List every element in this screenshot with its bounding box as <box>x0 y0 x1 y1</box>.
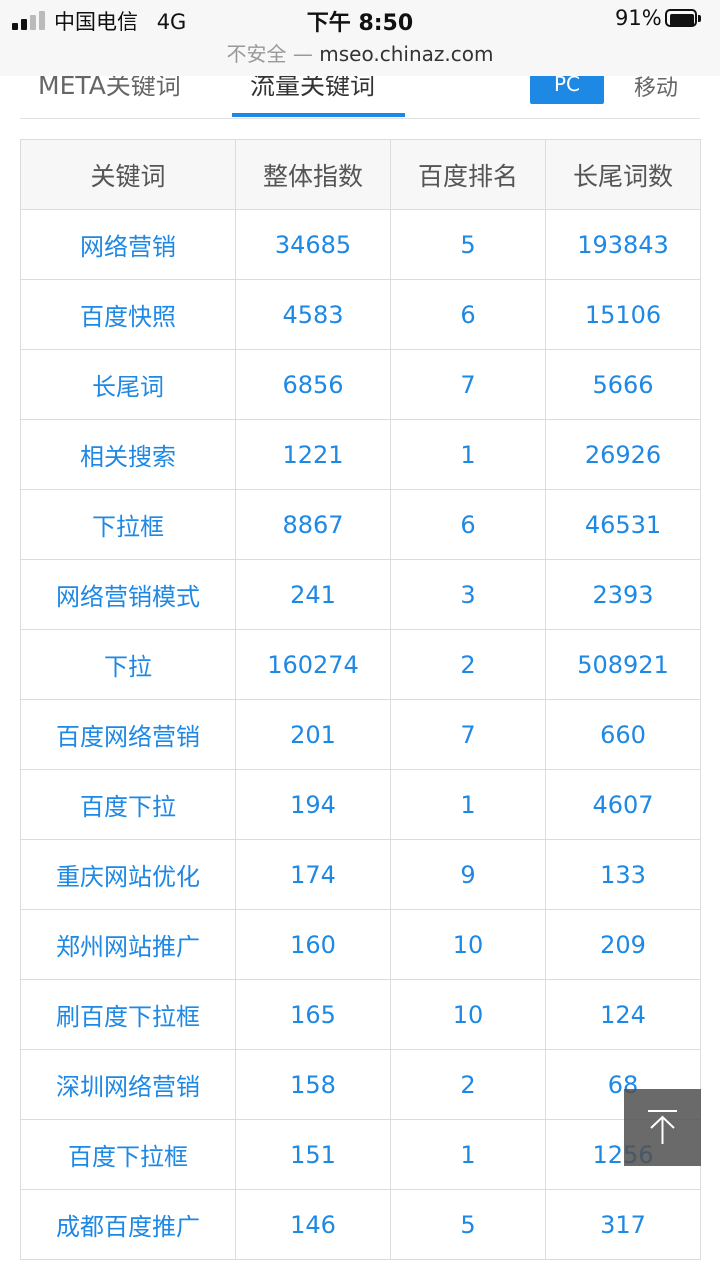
keyword-cell[interactable]: 重庆网站优化 <box>20 839 236 910</box>
baidu-rank-cell[interactable]: 2 <box>390 629 546 700</box>
overall-index-cell[interactable]: 8867 <box>235 489 391 560</box>
header-long-tail-count: 长尾词数 <box>545 139 701 210</box>
table-row: 郑州网站推广 160 10 209 <box>20 909 701 980</box>
keyword-cell[interactable]: 相关搜索 <box>20 419 236 490</box>
overall-index-cell[interactable]: 158 <box>235 1049 391 1120</box>
long-tail-count-cell[interactable]: 4607 <box>545 769 701 840</box>
url-text: mseo.chinaz.com <box>319 42 494 66</box>
clock: 下午 8:50 <box>306 11 414 36</box>
overall-index-cell[interactable]: 6856 <box>235 349 391 420</box>
arrow-up-to-line-icon <box>648 1110 677 1144</box>
keyword-table: 关键词 整体指数 百度排名 长尾词数 网络营销 34685 5 193843 百度快照 4… <box>20 139 701 1260</box>
long-tail-count-cell[interactable]: 317 <box>545 1189 701 1260</box>
overall-index-cell[interactable]: 151 <box>235 1119 391 1190</box>
baidu-rank-cell[interactable]: 6 <box>390 489 546 560</box>
table-row: 百度下拉框 151 1 1256 <box>20 1119 701 1190</box>
table-header-row: 关键词 整体指数 百度排名 长尾词数 <box>20 139 701 210</box>
baidu-rank-cell[interactable]: 10 <box>390 909 546 980</box>
overall-index-cell[interactable]: 146 <box>235 1189 391 1260</box>
overall-index-cell[interactable]: 1221 <box>235 419 391 490</box>
table-row: 长尾词 6856 7 5666 <box>20 349 701 420</box>
long-tail-count-cell[interactable]: 46531 <box>545 489 701 560</box>
long-tail-count-cell[interactable]: 508921 <box>545 629 701 700</box>
keyword-cell[interactable]: 长尾词 <box>20 349 236 420</box>
long-tail-count-cell[interactable]: 26926 <box>545 419 701 490</box>
overall-index-cell[interactable]: 241 <box>235 559 391 630</box>
table-row: 百度网络营销 201 7 660 <box>20 699 701 770</box>
long-tail-count-cell[interactable]: 15106 <box>545 279 701 350</box>
keyword-cell[interactable]: 百度下拉框 <box>20 1119 236 1190</box>
table-row: 网络营销 34685 5 193843 <box>20 209 701 280</box>
status-bar: 中国电信 4G 下午 8:50 91% 不安全 — mseo.chinaz.co… <box>0 0 720 76</box>
address-bar[interactable]: 不安全 — mseo.chinaz.com <box>0 38 720 67</box>
overall-index-cell[interactable]: 34685 <box>235 209 391 280</box>
battery-icon <box>665 9 703 29</box>
table-row: 百度快照 4583 6 15106 <box>20 279 701 350</box>
overall-index-cell[interactable]: 160 <box>235 909 391 980</box>
overall-index-cell[interactable]: 4583 <box>235 279 391 350</box>
baidu-rank-cell[interactable]: 7 <box>390 349 546 420</box>
keyword-cell[interactable]: 百度网络营销 <box>20 699 236 770</box>
table-row: 刷百度下拉框 165 10 124 <box>20 979 701 1050</box>
baidu-rank-cell[interactable]: 7 <box>390 699 546 770</box>
keyword-cell[interactable]: 深圳网络营销 <box>20 1049 236 1120</box>
keyword-cell[interactable]: 下拉框 <box>20 489 236 560</box>
insecure-label: 不安全 — <box>226 42 313 66</box>
header-overall-index: 整体指数 <box>235 139 391 210</box>
overall-index-cell[interactable]: 194 <box>235 769 391 840</box>
table-row: 下拉框 8867 6 46531 <box>20 489 701 560</box>
battery-percent: 91% <box>615 6 662 30</box>
long-tail-count-cell[interactable]: 5666 <box>545 349 701 420</box>
baidu-rank-cell[interactable]: 9 <box>390 839 546 910</box>
long-tail-count-cell[interactable]: 124 <box>545 979 701 1050</box>
table-row: 百度下拉 194 1 4607 <box>20 769 701 840</box>
baidu-rank-cell[interactable]: 1 <box>390 419 546 490</box>
keyword-cell[interactable]: 百度快照 <box>20 279 236 350</box>
keyword-cell[interactable]: 下拉 <box>20 629 236 700</box>
baidu-rank-cell[interactable]: 5 <box>390 1189 546 1260</box>
table-row: 相关搜索 1221 1 26926 <box>20 419 701 490</box>
keyword-cell[interactable]: 百度下拉 <box>20 769 236 840</box>
baidu-rank-cell[interactable]: 1 <box>390 769 546 840</box>
keyword-cell[interactable]: 网络营销模式 <box>20 559 236 630</box>
header-baidu-rank: 百度排名 <box>390 139 546 210</box>
overall-index-cell[interactable]: 174 <box>235 839 391 910</box>
baidu-rank-cell[interactable]: 1 <box>390 1119 546 1190</box>
keyword-cell[interactable]: 刷百度下拉框 <box>20 979 236 1050</box>
overall-index-cell[interactable]: 201 <box>235 699 391 770</box>
table-row: 成都百度推广 146 5 317 <box>20 1189 701 1260</box>
long-tail-count-cell[interactable]: 660 <box>545 699 701 770</box>
table-row: 下拉 160274 2 508921 <box>20 629 701 700</box>
long-tail-count-cell[interactable]: 209 <box>545 909 701 980</box>
baidu-rank-cell[interactable]: 5 <box>390 209 546 280</box>
overall-index-cell[interactable]: 160274 <box>235 629 391 700</box>
long-tail-count-cell[interactable]: 133 <box>545 839 701 910</box>
keyword-cell[interactable]: 成都百度推广 <box>20 1189 236 1260</box>
table-row: 重庆网站优化 174 9 133 <box>20 839 701 910</box>
keyword-cell[interactable]: 郑州网站推广 <box>20 909 236 980</box>
table-row: 深圳网络营销 158 2 68 <box>20 1049 701 1120</box>
active-tab-indicator <box>232 113 405 117</box>
long-tail-count-cell[interactable]: 193843 <box>545 209 701 280</box>
baidu-rank-cell[interactable]: 6 <box>390 279 546 350</box>
keyword-cell[interactable]: 网络营销 <box>20 209 236 280</box>
long-tail-count-cell[interactable]: 2393 <box>545 559 701 630</box>
keyword-table-body: 网络营销 34685 5 193843 百度快照 4583 6 15106 长尾词 6856 7 56… <box>20 209 701 1260</box>
table-row: 网络营销模式 241 3 2393 <box>20 559 701 630</box>
back-to-top-button[interactable] <box>624 1089 701 1166</box>
baidu-rank-cell[interactable]: 2 <box>390 1049 546 1120</box>
baidu-rank-cell[interactable]: 3 <box>390 559 546 630</box>
header-keyword: 关键词 <box>20 139 236 210</box>
overall-index-cell[interactable]: 165 <box>235 979 391 1050</box>
baidu-rank-cell[interactable]: 10 <box>390 979 546 1050</box>
